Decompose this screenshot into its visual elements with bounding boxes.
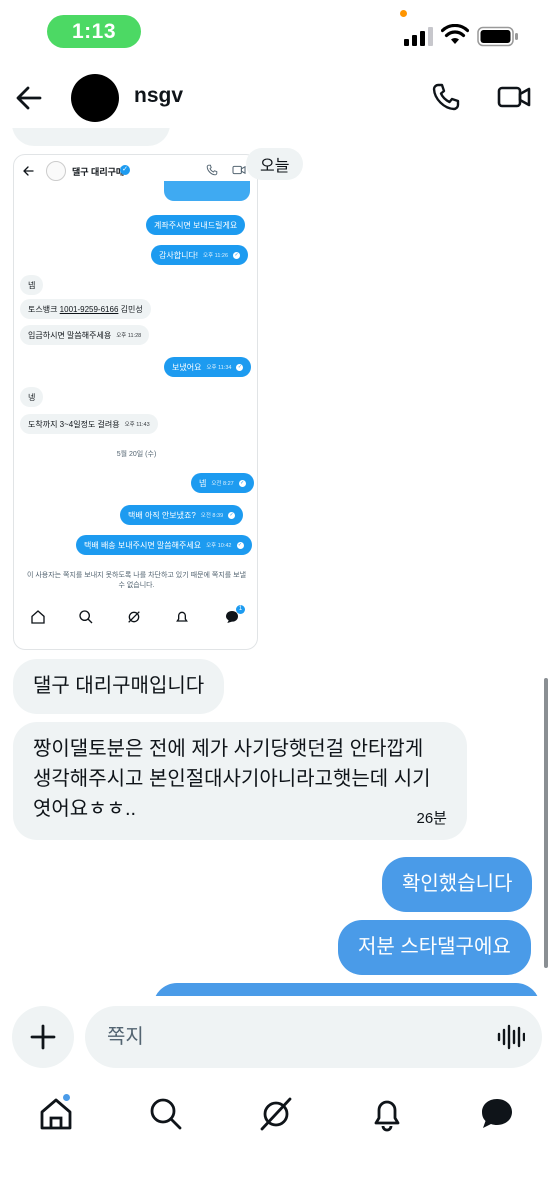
attachment-message: 넵 오전 8:27 ✓ xyxy=(191,473,254,493)
attachment-date-divider: 5월 20일 (수) xyxy=(116,451,157,458)
attachment-message: 택배 아직 안보냈죠? 오전 8:39 ✓ xyxy=(120,505,244,525)
date-chip: 오늘 xyxy=(246,148,304,180)
home-notification-dot xyxy=(62,1093,71,1102)
phone-icon xyxy=(206,164,218,176)
read-check-icon: ✓ xyxy=(238,479,246,487)
arrow-left-icon xyxy=(23,166,34,176)
conversation-header: nsgv xyxy=(0,70,554,128)
bell-icon xyxy=(176,611,188,622)
messages-icon[interactable] xyxy=(479,1096,515,1132)
add-attachment-button[interactable] xyxy=(12,1006,74,1068)
plus-icon xyxy=(30,1024,56,1050)
search-icon[interactable] xyxy=(148,1096,184,1132)
cellular-signal-icon xyxy=(404,27,433,46)
message-bubble[interactable]: 저분 스타댈구에요 xyxy=(338,920,531,975)
attachment-bottom-nav: 1 xyxy=(14,605,257,633)
scrollbar[interactable] xyxy=(544,678,548,968)
verified-badge-icon: ✓ xyxy=(120,165,130,175)
privacy-indicator-dot xyxy=(400,10,407,17)
grok-icon[interactable] xyxy=(258,1096,294,1132)
phone-icon[interactable] xyxy=(431,82,461,112)
read-check-icon: ✓ xyxy=(236,541,244,549)
status-time[interactable]: 1:13 xyxy=(47,15,141,48)
message-text: 짱이댈토분은 전에 제가 사기당햇던걸 안타깝게 생각해주시고 본인절대사기아니… xyxy=(33,738,431,820)
message-time: 26분 xyxy=(416,810,448,827)
compose-bar xyxy=(0,996,554,1080)
cropped-message-bubble xyxy=(164,181,250,201)
bottom-nav xyxy=(0,1082,554,1152)
notification-badge: 1 xyxy=(236,605,245,614)
attachment-message: 입금하시면 말씀해주세용 오후 11:28 xyxy=(20,325,150,345)
voice-waveform-icon[interactable] xyxy=(497,1024,525,1050)
attachment-message: 넹 xyxy=(20,387,44,407)
attachment-message: 계좌주시면 보내드릴게요 xyxy=(146,215,246,235)
previous-message-bubble xyxy=(12,128,170,146)
message-bubble[interactable]: 짱이댈토분은 전에 제가 사기당햇던걸 안타깝게 생각해주시고 본인절대사기아니… xyxy=(13,722,467,840)
message-text: 확인했습니다 xyxy=(402,873,513,895)
video-camera-icon[interactable] xyxy=(497,82,531,112)
message-bubble[interactable]: 댈구 대리구매입니다 xyxy=(13,659,225,714)
attachment-message: 넵 xyxy=(20,275,44,295)
message-input[interactable] xyxy=(85,1006,542,1068)
video-camera-icon xyxy=(232,165,246,175)
message-bubble[interactable]: 확인했습니다 xyxy=(382,857,533,912)
attachment-contact-name: 댈구 대리구매 xyxy=(72,167,125,177)
attachment-message: 택배 배송 보내주시면 말씀해주세요 오후 10:42 ✓ xyxy=(76,535,252,555)
message-list[interactable]: 댈구 대리구매 ✓ 계좌주시면 보내드릴게요 감사합니다! 오후 11:26 ✓… xyxy=(0,128,554,996)
message-text: 댈구 대리구매입니다 xyxy=(33,675,205,697)
contact-avatar[interactable] xyxy=(71,74,119,122)
bell-icon[interactable] xyxy=(369,1096,405,1132)
search-icon xyxy=(79,610,93,624)
read-check-icon: ✓ xyxy=(228,511,236,519)
home-icon xyxy=(31,610,45,624)
image-attachment[interactable]: 댈구 대리구매 ✓ 계좌주시면 보내드릴게요 감사합니다! 오후 11:26 ✓… xyxy=(13,154,258,650)
arrow-left-icon[interactable] xyxy=(13,82,45,114)
attachment-avatar xyxy=(46,161,66,181)
status-bar: 1:13 xyxy=(0,0,554,64)
grok-icon xyxy=(128,611,140,623)
read-check-icon: ✓ xyxy=(236,363,244,371)
attachment-message: 감사합니다! 오후 11:26 ✓ xyxy=(151,245,249,265)
battery-icon xyxy=(477,26,518,47)
blocked-notice: 이 사용자는 쪽지를 보내지 못하도록 나를 차단하고 있기 때문에 쪽지를 보… xyxy=(26,572,247,589)
attachment-message: 보냈어요 오후 11:34 ✓ xyxy=(164,357,252,377)
contact-name[interactable]: nsgv xyxy=(134,84,183,108)
wifi-icon xyxy=(441,24,469,44)
attachment-message: 도착까지 3~4일정도 걸려용 오후 11:43 xyxy=(20,414,158,434)
message-bubble-partial[interactable] xyxy=(153,983,540,996)
attachment-message: 토스뱅크 1001-9259-6166 김민성 xyxy=(20,299,151,319)
message-text: 저분 스타댈구에요 xyxy=(358,936,511,958)
read-check-icon: ✓ xyxy=(233,251,241,259)
